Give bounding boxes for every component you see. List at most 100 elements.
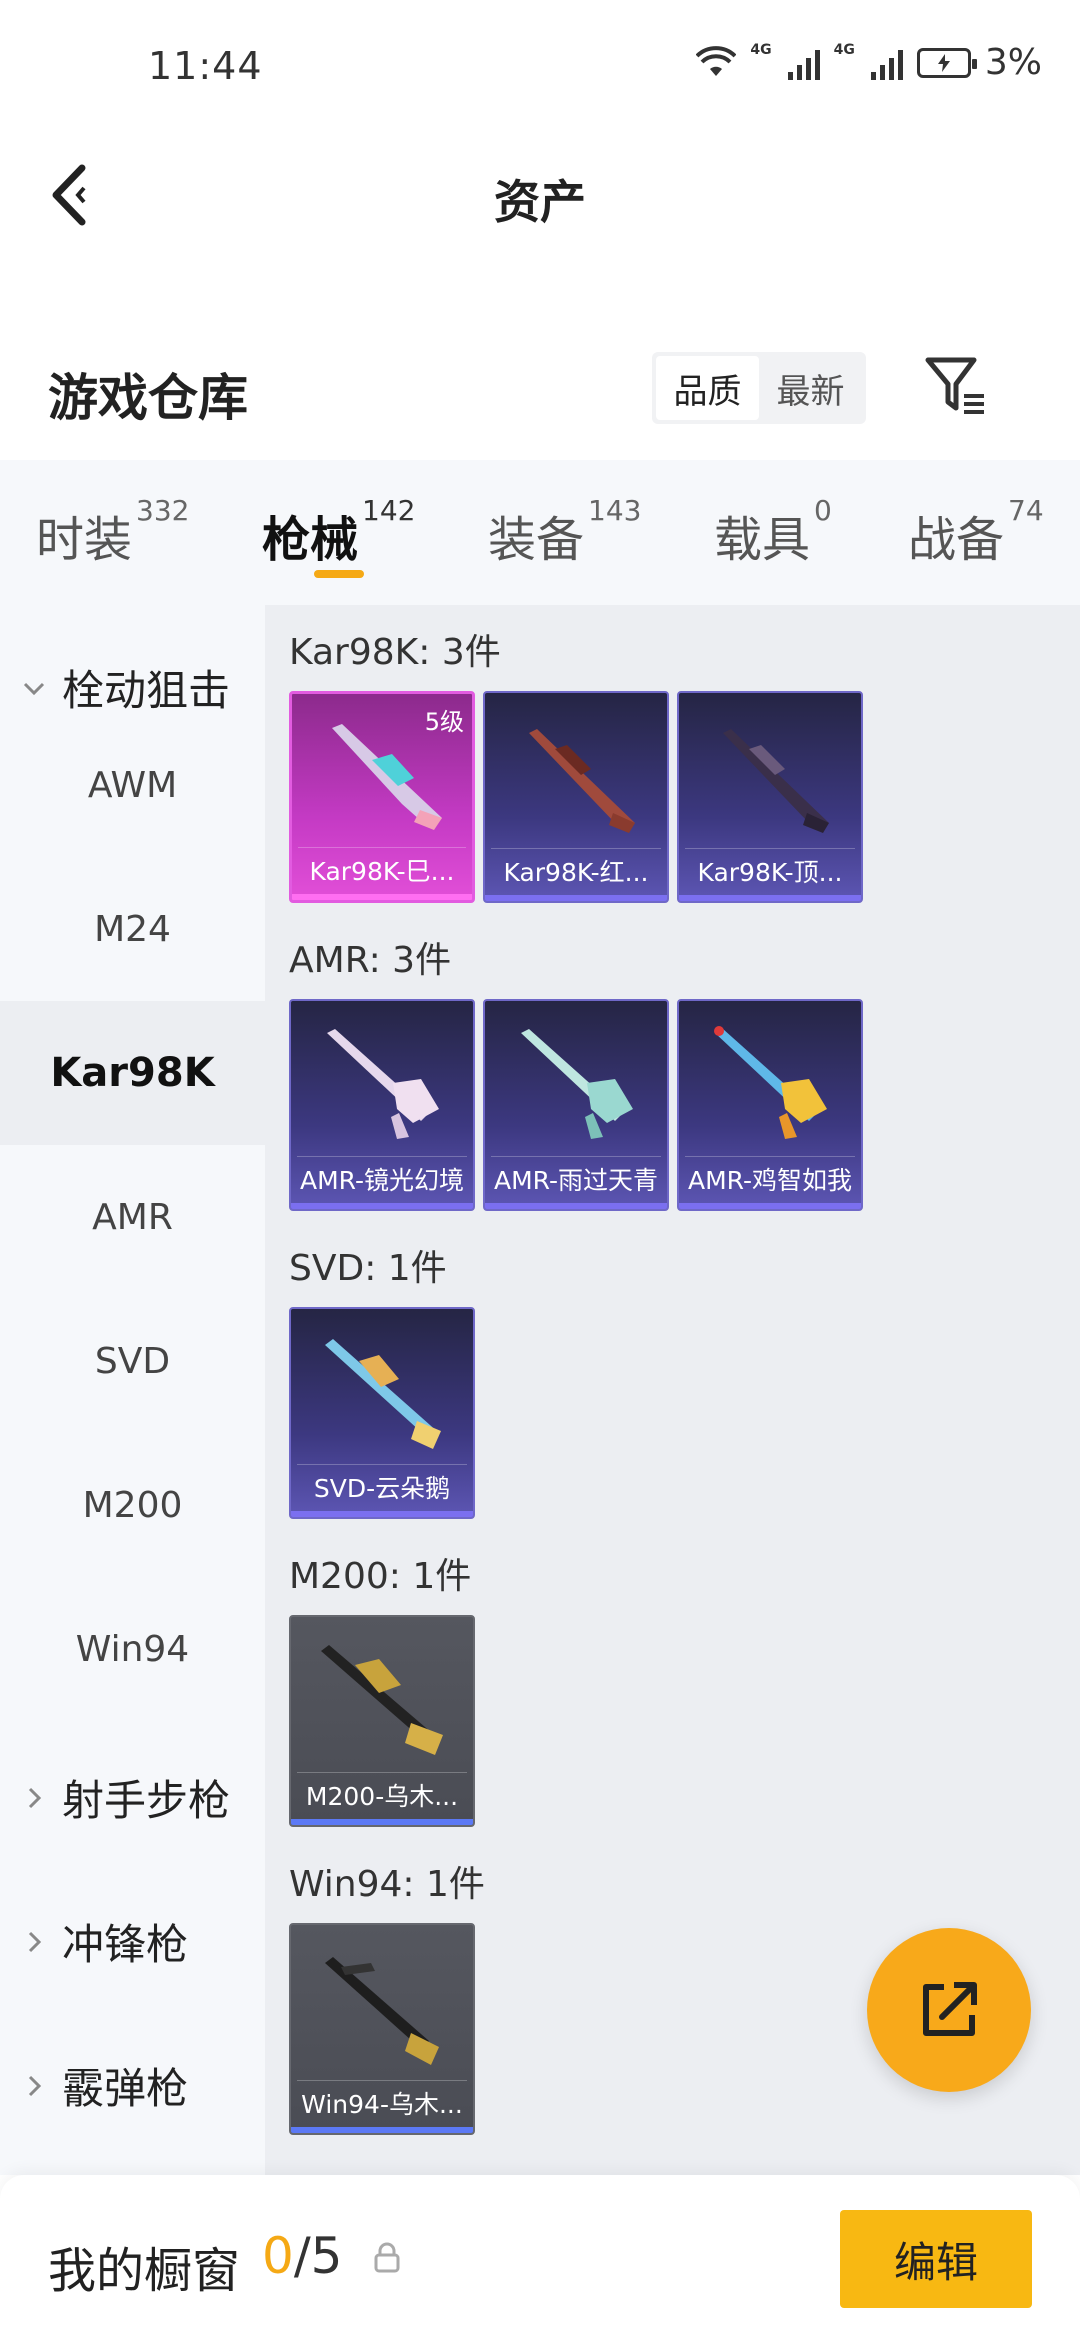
- active-tab-indicator: [314, 570, 364, 578]
- weapon-card[interactable]: 5级 Kar98K-巳...: [289, 691, 475, 903]
- tab-fashion[interactable]: 时装332: [36, 494, 189, 570]
- chevron-right-icon: [28, 1931, 42, 1952]
- tab-count: 143: [588, 494, 642, 527]
- rarity-bar: [291, 2127, 473, 2133]
- card-divider: [685, 1156, 855, 1157]
- filter-button[interactable]: [922, 352, 988, 418]
- section-title: AMR: 3件: [289, 940, 452, 981]
- rifle-image: [521, 1029, 633, 1139]
- weapon-name: SVD-云朵鹅: [313, 1474, 451, 1503]
- tab-count: 74: [1008, 494, 1044, 527]
- weapon-card[interactable]: AMR-雨过天青: [483, 999, 669, 1211]
- chevron-right-icon: [28, 1787, 42, 1808]
- sidebar-item-awm[interactable]: AWM: [0, 713, 265, 857]
- tab-count: 332: [136, 494, 190, 527]
- rarity-bar: [291, 1511, 473, 1517]
- weapon-card[interactable]: Kar98K-红...: [483, 691, 669, 903]
- chevron-right-icon: [28, 2075, 42, 2096]
- rifle-image: [723, 729, 829, 833]
- battery-percent: 3%: [984, 42, 1042, 83]
- rifle-image: [714, 1026, 827, 1139]
- rarity-bar: [291, 1203, 473, 1209]
- rarity-bar: [291, 1819, 473, 1825]
- tab-count: 0: [814, 494, 832, 527]
- weapon-type-sidebar: 栓动狙击 AWM M24 Kar98K AMR SVD M200 Win94 射…: [0, 605, 265, 2175]
- sidebar-item-svd[interactable]: SVD: [0, 1289, 265, 1433]
- rarity-bar: [292, 894, 472, 900]
- status-time: 11:44: [148, 44, 263, 88]
- sidebar-group-marksman[interactable]: 射手步枪: [20, 1767, 230, 1828]
- tab-weapons[interactable]: 枪械142: [262, 494, 415, 570]
- tab-label: 载具: [714, 512, 811, 568]
- card-divider: [685, 848, 855, 849]
- rarity-bar: [679, 1203, 861, 1209]
- section-title: Kar98K: 3件: [289, 632, 501, 673]
- section-title: Win94: 1件: [289, 1864, 485, 1905]
- card-divider: [297, 1464, 467, 1465]
- card-divider: [297, 1156, 467, 1157]
- tab-label: 战备: [908, 512, 1005, 568]
- card-divider: [297, 2080, 467, 2081]
- rifle-image: [325, 1339, 441, 1449]
- tab-vehicles[interactable]: 载具0: [714, 494, 832, 570]
- sidebar-group-smg[interactable]: 冲锋枪: [20, 1911, 188, 1972]
- sidebar-group-label: 栓动狙击: [62, 666, 231, 715]
- rifle-image: [327, 1029, 439, 1139]
- tab-equipment[interactable]: 装备143: [488, 494, 641, 570]
- warehouse-title: 游戏仓库: [48, 369, 248, 427]
- rarity-bar: [679, 895, 861, 901]
- tab-label: 装备: [488, 512, 585, 568]
- sidebar-item-win94[interactable]: Win94: [0, 1577, 265, 1721]
- showcase-separator: /: [293, 2227, 311, 2285]
- weapon-name: Kar98K-巳...: [309, 857, 455, 886]
- filter-icon: [925, 357, 984, 414]
- rifle-image: [321, 1645, 443, 1755]
- weapon-card[interactable]: Kar98K-顶...: [677, 691, 863, 903]
- sidebar-item-m200[interactable]: M200: [0, 1433, 265, 1577]
- tab-supplies[interactable]: 战备74: [908, 494, 1044, 570]
- sidebar-group-label: 霰弹枪: [62, 2064, 189, 2113]
- share-icon: [923, 1982, 977, 2036]
- wifi-icon: [696, 45, 737, 80]
- status-bar: 11:44 4G 4G 3%: [0, 0, 1080, 130]
- edit-button[interactable]: 编辑: [840, 2210, 1032, 2308]
- showcase-current: 0: [262, 2227, 294, 2285]
- weapon-name: M200-乌木...: [305, 1782, 459, 1811]
- sort-toggle: 品质 最新: [652, 352, 866, 424]
- sidebar-group-shotgun[interactable]: 霰弹枪: [20, 2055, 188, 2116]
- card-divider: [297, 1772, 467, 1773]
- weapon-card[interactable]: M200-乌木...: [289, 1615, 475, 1827]
- weapon-card[interactable]: Win94-乌木...: [289, 1923, 475, 2135]
- weapon-name: Kar98K-红...: [503, 858, 649, 887]
- weapon-card[interactable]: AMR-鸡智如我: [677, 999, 863, 1211]
- weapon-name: AMR-鸡智如我: [687, 1166, 853, 1195]
- sort-quality-button[interactable]: 品质: [656, 356, 759, 420]
- rifle-image: [325, 1957, 439, 2065]
- tab-count: 142: [362, 494, 416, 527]
- share-button[interactable]: [867, 1928, 1031, 2092]
- tab-label: 时装: [36, 512, 133, 568]
- sidebar-item-amr[interactable]: AMR: [0, 1145, 265, 1289]
- weapon-card[interactable]: AMR-镜光幻境: [289, 999, 475, 1211]
- section-title: M200: 1件: [289, 1556, 472, 1597]
- rifle-image: [529, 729, 635, 833]
- sort-newest-button[interactable]: 最新: [759, 356, 862, 420]
- network-label-1: 4G: [750, 42, 772, 58]
- card-divider: [491, 1156, 661, 1157]
- card-divider: [298, 847, 466, 848]
- section-title: SVD: 1件: [289, 1248, 447, 1289]
- rarity-bar: [485, 1203, 667, 1209]
- sidebar-item-kar98k[interactable]: Kar98K: [0, 1001, 265, 1145]
- card-divider: [491, 848, 661, 849]
- battery-icon: [916, 47, 977, 78]
- weapon-card[interactable]: SVD-云朵鹅: [289, 1307, 475, 1519]
- weapon-name: Win94-乌木...: [301, 2090, 463, 2119]
- sidebar-group-bolt-action[interactable]: 栓动狙击: [20, 657, 230, 718]
- signal-icon-1: [787, 46, 820, 80]
- signal-icon-2: [870, 46, 903, 80]
- weapon-name: Kar98K-顶...: [697, 858, 843, 887]
- showcase-bar: 我的橱窗 0/5 编辑: [0, 2175, 1080, 2340]
- weapon-name: AMR-镜光幻境: [299, 1166, 465, 1195]
- sidebar-item-m24[interactable]: M24: [0, 857, 265, 1001]
- showcase-count: 0/5: [262, 2227, 342, 2285]
